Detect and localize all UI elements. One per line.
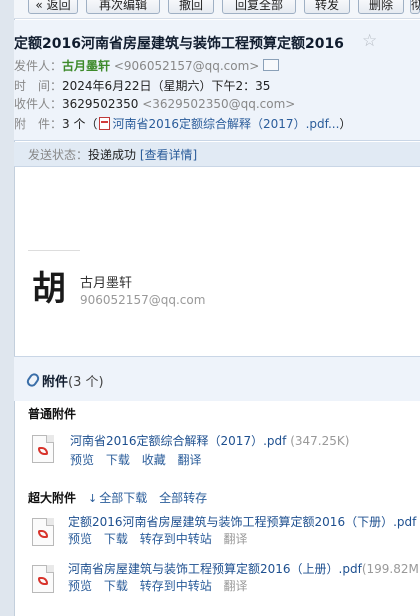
sender-name[interactable]: 古月墨轩 — [62, 59, 110, 73]
pdf-icon — [99, 117, 111, 130]
preview-link[interactable]: 预览 — [70, 453, 94, 467]
attachments-title: 附件(3 个) — [42, 371, 104, 390]
attachment-actions: 预览 下载 收藏 翻译 — [70, 451, 210, 468]
attachment-row: 附 件：3 个（ 河南省2016定额综合解释（2017）.pdf...） — [14, 114, 351, 134]
more-button[interactable]: 彻 — [410, 0, 420, 14]
time-row: 时 间：2024年6月22日（星期六）下午2：35 — [14, 76, 270, 96]
attachment-preview-link[interactable]: 河南省2016定额综合解释（2017）.pdf... — [112, 117, 339, 131]
delivery-status-bar: 发送状态：投递成功 [查看详情] — [14, 142, 420, 167]
translate-link[interactable]: 翻译 — [224, 579, 248, 593]
contact-card-icon[interactable] — [263, 59, 280, 71]
recipient-name[interactable]: 3629502350 — [62, 97, 138, 111]
attachments-count: (3 个) — [68, 375, 104, 390]
save-all-link[interactable]: 全部转存 — [159, 491, 207, 505]
delete-button[interactable]: 删除 — [358, 0, 404, 14]
edit-again-button[interactable]: 再次编辑 — [86, 0, 160, 14]
status-value: 投递成功 — [88, 148, 137, 162]
left-frame-border — [0, 0, 15, 616]
forward-button[interactable]: 转发 — [304, 0, 350, 14]
attachments-section: 附件(3 个) 普通附件 河南省2016定额综合解释（2017）.pdf (34… — [14, 356, 420, 616]
signature-name: 古月墨轩 — [80, 276, 133, 291]
translate-link[interactable]: 翻译 — [224, 532, 248, 546]
attachment-paren-close: ） — [339, 117, 352, 131]
attachment-count: 3 个 — [62, 117, 86, 131]
signature-divider — [28, 250, 80, 251]
mail-subject: 定额2016河南省房屋建筑与装饰工程预算定额2016 — [14, 36, 344, 52]
attachments-header: 附件(3 个) — [14, 357, 420, 401]
recipient-row: 收件人：3629502350 <3629502350@qq.com> — [14, 94, 295, 114]
attachment-filename[interactable]: 河南省房屋建筑与装饰工程预算定额2016（上册）.pdf(199.82M — [68, 560, 419, 577]
download-link[interactable]: 下载 — [104, 532, 128, 546]
paperclip-icon — [24, 371, 42, 389]
attachment-actions: 预览 下载 转存到中转站 翻译 — [68, 530, 256, 547]
toolbar: « 返回 再次编辑 撤回 回复全部 转发 删除 彻 — [14, 0, 420, 19]
signature-email: 906052157@qq.com — [80, 293, 206, 307]
time-value: 2024年6月22日（星期六）下午2：35 — [62, 79, 271, 93]
pdf-file-icon[interactable] — [32, 518, 54, 546]
status-detail-link[interactable]: [查看详情] — [140, 148, 197, 162]
signature-logo: 胡 — [32, 269, 66, 309]
file-size: (347.25K) — [290, 434, 350, 448]
file-size: (199.82M — [361, 562, 419, 576]
attachment-paren-open: （ — [85, 117, 98, 131]
back-button[interactable]: « 返回 — [28, 0, 78, 14]
preview-link[interactable]: 预览 — [68, 532, 92, 546]
delivery-status: 发送状态：投递成功 [查看详情] — [28, 146, 197, 163]
translate-link[interactable]: 翻译 — [178, 453, 202, 467]
star-icon[interactable]: ☆ — [362, 31, 377, 51]
favorite-link[interactable]: 收藏 — [142, 453, 166, 467]
time-label: 时 间： — [14, 79, 63, 93]
attachment-filename[interactable]: 河南省2016定额综合解释（2017）.pdf (347.25K) — [70, 432, 349, 449]
recall-button[interactable]: 撤回 — [168, 0, 214, 14]
attachment-actions: 预览 下载 转存到中转站 翻译 — [68, 577, 256, 594]
preview-link[interactable]: 预览 — [68, 579, 92, 593]
pdf-file-icon[interactable] — [32, 565, 54, 593]
attachments-title-text: 附件 — [42, 375, 69, 390]
download-all-link[interactable]: 全部下载 — [99, 491, 147, 505]
super-attachments-label: 超大附件 — [28, 491, 77, 505]
download-link[interactable]: 下载 — [104, 579, 128, 593]
filename-text[interactable]: 定额2016河南省房屋建筑与装饰工程预算定额2016（下册）.pdf — [68, 515, 416, 529]
sender-label: 发件人： — [14, 59, 63, 73]
filename-text[interactable]: 河南省2016定额综合解释（2017）.pdf — [70, 434, 286, 448]
super-attachments-actions: ↓ 全部下载 全部转存 — [88, 489, 215, 506]
save-to-transfer-link[interactable]: 转存到中转站 — [140, 579, 212, 593]
pdf-file-icon[interactable] — [32, 435, 54, 463]
status-label: 发送状态： — [28, 148, 89, 162]
sender-row: 发件人：古月墨轩 <906052157@qq.com> — [14, 56, 280, 76]
attachment-filename[interactable]: 定额2016河南省房屋建筑与装饰工程预算定额2016（下册）.pdf — [68, 513, 416, 530]
download-link[interactable]: 下载 — [106, 453, 130, 467]
normal-attachments-label: 普通附件 — [28, 407, 77, 421]
reply-all-button[interactable]: 回复全部 — [222, 0, 296, 14]
download-arrow-icon: ↓ — [88, 492, 98, 505]
recipient-address: <3629502350@qq.com> — [142, 97, 296, 111]
recipient-label: 收件人： — [14, 97, 63, 111]
sender-address: <906052157@qq.com> — [113, 59, 260, 73]
attachment-label: 附 件： — [14, 117, 63, 131]
save-to-transfer-link[interactable]: 转存到中转站 — [140, 532, 212, 546]
filename-text[interactable]: 河南省房屋建筑与装饰工程预算定额2016（上册）.pdf — [68, 562, 362, 576]
